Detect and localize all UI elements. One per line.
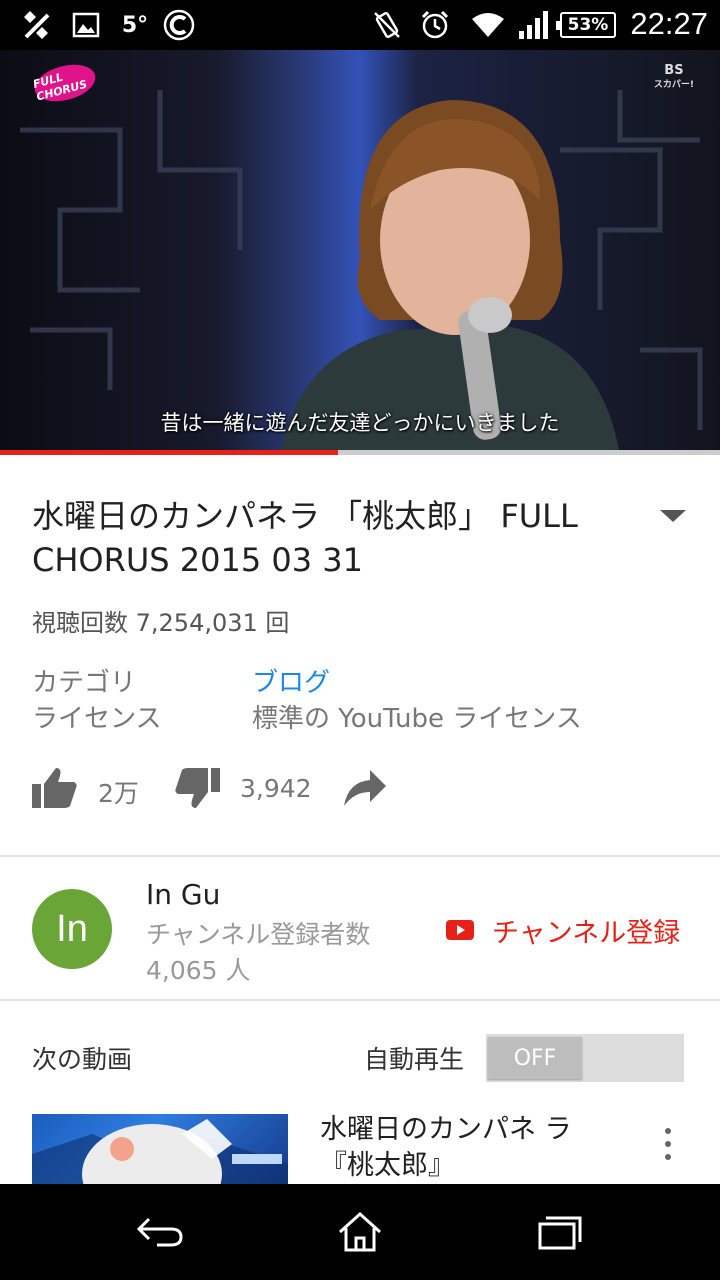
temperature-text: 5°: [121, 12, 149, 38]
video-title[interactable]: 水曜日のカンパネラ 「桃太郎」 FULL CHORUS 2015 03 31: [32, 494, 642, 582]
singer-image: [280, 100, 620, 455]
home-icon[interactable]: [330, 1204, 390, 1260]
thumbs-up-icon: [32, 768, 77, 808]
vibrate-icon: [370, 9, 404, 41]
next-video-title[interactable]: 水曜日のカンパネ ラ『桃太郎』: [320, 1112, 580, 1184]
subscribe-label: チャンネル登録: [492, 917, 681, 949]
wifi-icon: [470, 9, 506, 41]
subscriber-label: チャンネル登録者数: [146, 920, 371, 949]
subscriber-count: 4,065 人: [146, 956, 251, 985]
like-count: 2万: [98, 779, 139, 808]
alarm-icon: [418, 9, 452, 41]
autoplay-toggle[interactable]: OFF: [486, 1034, 684, 1082]
back-icon[interactable]: [130, 1204, 190, 1260]
category-label: カテゴリ: [32, 668, 137, 698]
signal-icon: [516, 9, 550, 41]
recent-apps-icon[interactable]: [530, 1204, 590, 1260]
broadcaster-logo-line1: BS: [664, 63, 684, 78]
share-button[interactable]: [342, 762, 388, 814]
played-bar: [0, 450, 339, 455]
thumbs-down-icon: [175, 768, 220, 808]
navigation-bar: [0, 1184, 720, 1280]
autoplay-label: 自動再生: [364, 1045, 465, 1074]
channel-name[interactable]: In Gu: [146, 878, 220, 911]
youtube-play-icon: [446, 920, 474, 940]
thumbnail-image: [32, 1119, 288, 1184]
dislike-count: 3,942: [240, 774, 312, 803]
view-count: 視聴回数 7,254,031 回: [32, 609, 290, 637]
action-bar: 2万 3,942: [30, 762, 450, 814]
image-icon: [70, 9, 102, 41]
broadcaster-logo-line2: スカパー!: [653, 80, 694, 90]
divider: [0, 855, 720, 857]
subscribe-button[interactable]: チャンネル登録: [446, 908, 680, 952]
next-video-thumbnail[interactable]: [32, 1114, 288, 1184]
video-player[interactable]: FULL CHORUS BS スカパー! 昔は一緒に遊んだ友達どっかにいきました: [0, 50, 720, 455]
expand-caret-icon[interactable]: [660, 510, 686, 522]
license-label: ライセンス: [32, 704, 162, 734]
clock: 22:27: [630, 6, 708, 41]
license-value: 標準の YouTube ライセンス: [252, 704, 582, 734]
app-c-icon: [162, 9, 196, 41]
subscriber-info: チャンネル登録者数 4,065 人: [146, 917, 370, 989]
up-next-heading: 次の動画: [32, 1045, 133, 1074]
dislike-button[interactable]: [174, 762, 222, 814]
like-button[interactable]: [30, 762, 78, 814]
more-options-icon[interactable]: [660, 1128, 676, 1160]
category-link[interactable]: ブログ: [252, 662, 330, 699]
channel-avatar[interactable]: In: [32, 889, 112, 969]
video-progress-bar[interactable]: [0, 450, 720, 455]
autoplay-toggle-knob: OFF: [488, 1037, 582, 1079]
divider: [0, 999, 720, 1001]
battery-icon: 53%: [556, 12, 616, 38]
status-bar: 5° 53% 22:27: [0, 0, 720, 50]
share-icon: [344, 770, 386, 806]
video-subtitle: 昔は一緒に遊んだ友達どっかにいきました: [160, 411, 560, 435]
broadcaster-logo: BS スカパー!: [654, 64, 694, 92]
crossed-tools-icon: [18, 9, 54, 41]
